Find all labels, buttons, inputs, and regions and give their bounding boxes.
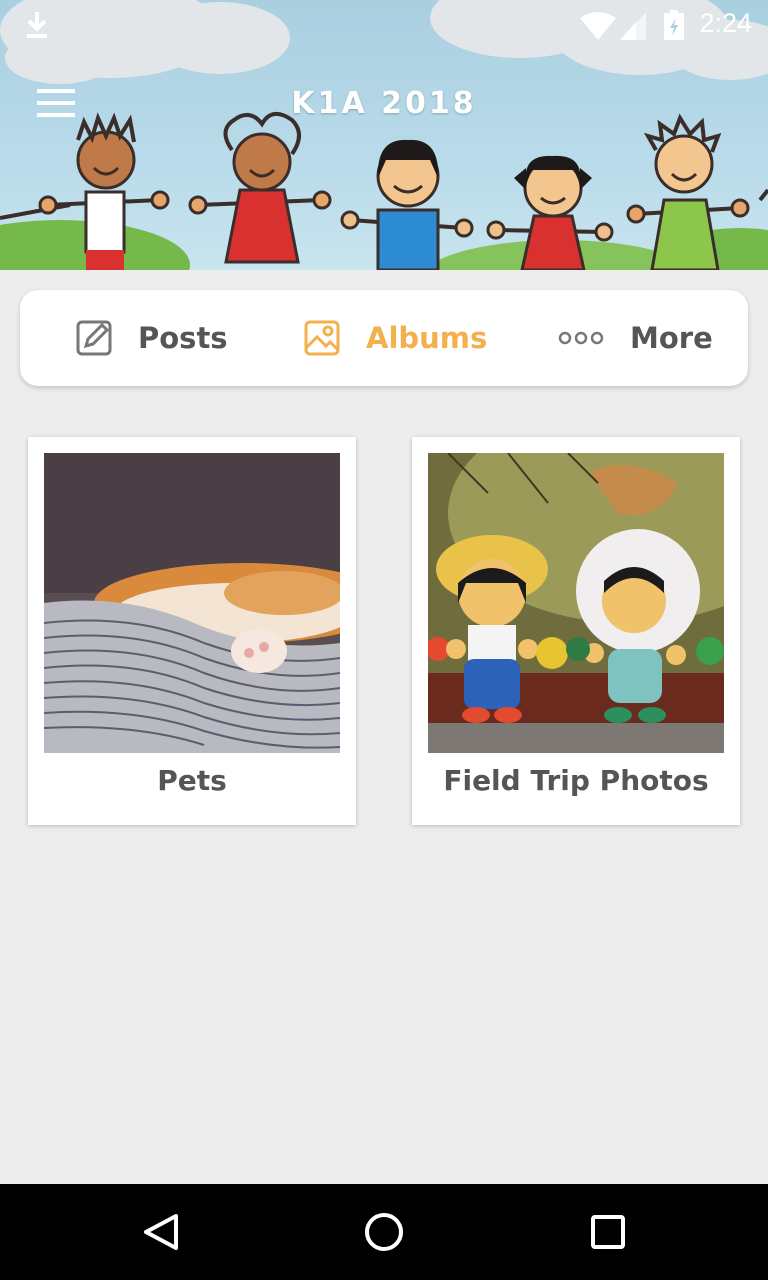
page-title: K1A 2018 bbox=[291, 86, 477, 121]
app-header-banner: 2:24 K1A 2018 bbox=[0, 0, 768, 270]
signal-icon bbox=[620, 12, 646, 40]
tab-label: More bbox=[630, 321, 713, 355]
album-thumbnail bbox=[428, 453, 724, 753]
back-icon[interactable] bbox=[132, 1204, 188, 1260]
download-icon bbox=[27, 12, 47, 38]
album-card-field-trip-photos[interactable]: Field Trip Photos bbox=[412, 437, 740, 825]
album-thumbnail bbox=[44, 453, 340, 753]
home-icon[interactable] bbox=[356, 1204, 412, 1260]
recents-icon[interactable] bbox=[580, 1204, 636, 1260]
tab-label: Posts bbox=[138, 321, 228, 355]
edit-icon bbox=[76, 320, 112, 356]
more-dots-icon bbox=[558, 331, 604, 345]
status-time: 2:24 bbox=[699, 8, 752, 38]
wifi-icon bbox=[580, 12, 616, 40]
tab-bar: Posts Albums More bbox=[20, 290, 748, 386]
battery-icon bbox=[664, 10, 684, 40]
system-nav-bar bbox=[0, 1184, 768, 1280]
album-title: Pets bbox=[157, 764, 227, 797]
tab-label: Albums bbox=[366, 321, 488, 355]
image-icon bbox=[304, 320, 340, 356]
tab-albums[interactable]: Albums bbox=[304, 290, 487, 386]
album-title: Field Trip Photos bbox=[443, 764, 709, 797]
tab-posts[interactable]: Posts bbox=[76, 290, 228, 386]
album-card-pets[interactable]: Pets bbox=[28, 437, 356, 825]
status-bar: 2:24 bbox=[0, 0, 768, 50]
tab-more[interactable]: More bbox=[558, 290, 713, 386]
